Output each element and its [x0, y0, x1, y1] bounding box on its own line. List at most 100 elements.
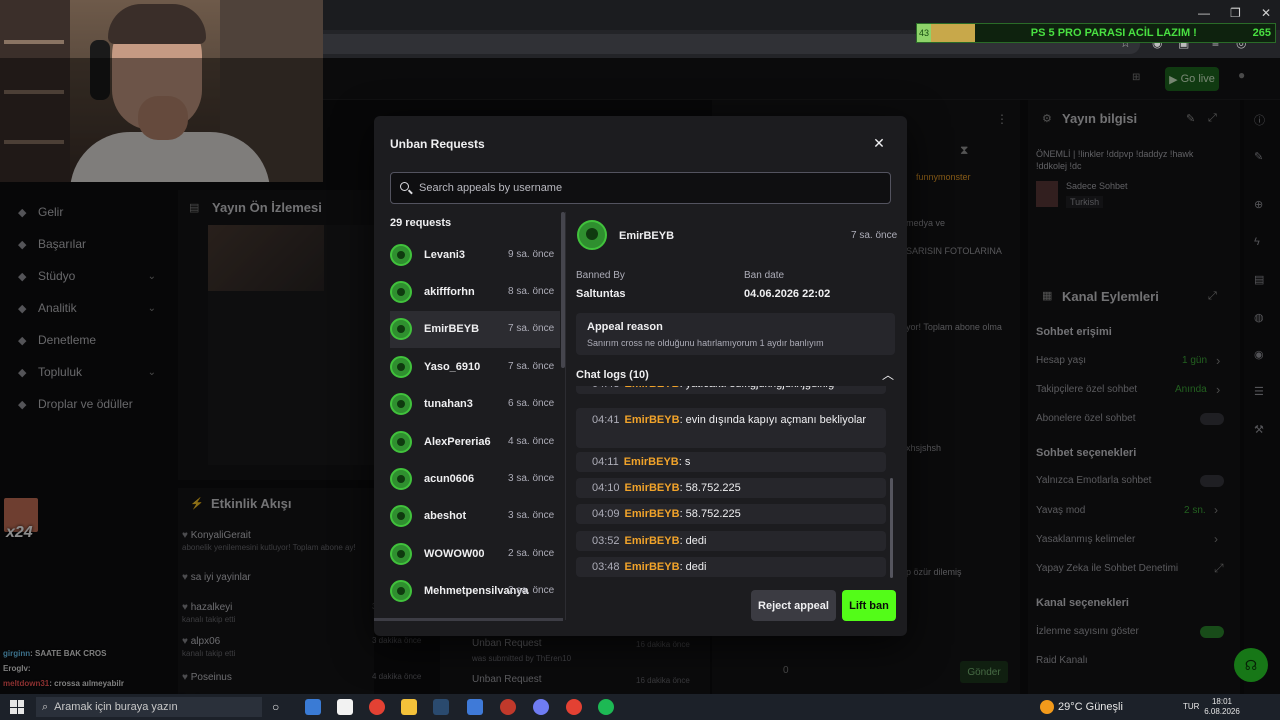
app-icon-6[interactable] [467, 699, 483, 715]
close-icon[interactable]: ✕ [870, 134, 888, 152]
request-item[interactable]: Yaso_6910 7 sa. önce [390, 348, 560, 385]
log-text: : dedi [679, 535, 707, 547]
banner-goal-count: 265 [1252, 27, 1271, 39]
request-avatar [390, 468, 412, 491]
taskbar-clock[interactable]: 18:01 6.08.2026 [1204, 697, 1240, 717]
request-avatar [390, 542, 412, 565]
log-time: 04:10 [592, 482, 620, 494]
request-item[interactable]: akiffforhn 8 sa. önce [390, 273, 560, 310]
request-username: tunahan3 [424, 398, 473, 411]
file-explorer-icon[interactable] [401, 699, 417, 715]
request-username: acun0606 [424, 473, 475, 486]
list-divider [565, 212, 566, 620]
request-username: akiffforhn [424, 286, 475, 299]
detail-username: EmirBEYB [619, 230, 675, 242]
log-user[interactable]: EmirBEYB [624, 456, 679, 468]
banner-small-count: 43 [917, 24, 931, 42]
taskbar-search-icon: ⌕ [42, 700, 49, 713]
request-item[interactable]: acun0606 3 sa. önce [390, 460, 560, 497]
chat-log-entry: 03:52 EmirBEYB: dedi [576, 531, 886, 551]
request-avatar [390, 430, 412, 453]
request-avatar [390, 281, 412, 304]
request-time: 9 sa. önce [508, 248, 555, 260]
request-username: Levani3 [424, 248, 465, 261]
appeal-reason-title: Appeal reason [587, 321, 663, 333]
request-item[interactable]: Mehmetpensilvanya 2 sa. önce [390, 573, 560, 610]
appeal-reason-box: Appeal reason Sanırım cross ne olduğunu … [576, 313, 895, 355]
taskbar-weather[interactable]: 29°C Güneşli [1040, 700, 1123, 714]
lift-ban-button[interactable]: Lift ban [842, 590, 896, 621]
detail-avatar [577, 220, 607, 250]
modal-title: Unban Requests [390, 137, 485, 151]
log-time: 04:43 [592, 386, 620, 390]
banned-by-label: Banned By [576, 270, 625, 281]
request-username: Mehmetpensilvanya [424, 585, 529, 598]
chrome-icon-2[interactable] [566, 699, 582, 715]
request-item[interactable]: AlexPereria6 4 sa. önce [390, 423, 560, 460]
detail-time: 7 sa. önce [851, 230, 898, 241]
clock-date: 6.08.2026 [1204, 707, 1240, 716]
chat-logs-scrollbar[interactable] [890, 478, 893, 578]
minimize-icon[interactable]: — [1198, 6, 1210, 20]
chat-log-entry: 03:48 EmirBEYB: dedi [576, 557, 886, 577]
search-input[interactable] [419, 182, 879, 194]
log-text: : evin dışında kapıyı açmanı bekliyolar [679, 414, 867, 426]
windows-start-icon[interactable] [10, 700, 24, 714]
unban-requests-modal: Unban Requests ✕ 29 requests Levani3 9 sa… [374, 116, 907, 636]
request-item[interactable]: Levani3 9 sa. önce [390, 236, 560, 273]
chat-logs-list: 04:43EmirBEYB: yatıcaktı sdfkgjdkhgjdkhj… [576, 386, 894, 580]
request-avatar [390, 580, 412, 603]
log-user[interactable]: EmirBEYB [625, 414, 680, 426]
chat-log-entry: 04:10 EmirBEYB: 58.752.225 [576, 478, 886, 498]
sun-icon [1040, 700, 1054, 714]
request-time: 7 sa. önce [508, 360, 555, 372]
log-user[interactable]: EmirBEYB [625, 508, 680, 520]
close-window-icon[interactable]: ✕ [1261, 6, 1271, 20]
request-item[interactable]: EmirBEYB 7 sa. önce [390, 310, 560, 349]
input-language[interactable]: TUR [1183, 702, 1199, 711]
weather-text: 29°C Güneşli [1058, 701, 1123, 713]
log-text: : 58.752.225 [679, 482, 741, 494]
chevron-up-icon[interactable]: ︿ [882, 366, 894, 383]
request-username: abeshot [424, 510, 467, 523]
request-time: 3 sa. önce [508, 510, 555, 522]
chat-logs-title[interactable]: Chat logs (10) [576, 369, 649, 381]
log-time: 04:09 [592, 508, 620, 520]
request-avatar [390, 505, 412, 528]
log-time: 04:41 [592, 414, 620, 426]
request-time: 2 sa. önce [508, 585, 555, 597]
discord-icon[interactable] [533, 699, 549, 715]
chat-log-entry: 04:41 EmirBEYB: evin dışında kapıyı açman… [576, 408, 886, 448]
requests-scrollbar[interactable] [561, 212, 565, 368]
request-item[interactable]: tunahan3 6 sa. önce [390, 386, 560, 423]
restore-icon[interactable]: ❐ [1230, 6, 1241, 20]
log-user[interactable]: EmirBEYB [625, 561, 680, 573]
request-avatar [390, 243, 412, 266]
taskbar-search[interactable]: ⌕ Aramak için buraya yazın [36, 697, 262, 717]
spotify-icon[interactable] [598, 699, 614, 715]
chat-log-entry: 04:43 EmirBEYB: yatıcaktı sdfkgjdkhgjdkhj… [576, 386, 886, 394]
request-item[interactable]: abeshot 3 sa. önce [390, 498, 560, 535]
search-icon [399, 181, 413, 195]
log-user[interactable]: EmirBEYB [625, 482, 680, 494]
requests-count: 29 requests [390, 217, 452, 229]
steam-icon[interactable] [433, 699, 449, 715]
log-user[interactable]: EmirBEYB [625, 535, 680, 547]
chat-log-entry: 04:11 EmirBEYB: s [576, 452, 886, 472]
request-username: WOWOW00 [424, 547, 485, 560]
obs-icon[interactable] [500, 699, 516, 715]
banned-by-value: Saltuntas [576, 288, 626, 300]
reject-appeal-button[interactable]: Reject appeal [751, 590, 836, 621]
app-icon-2[interactable] [337, 699, 353, 715]
task-view-icon[interactable]: ○ [272, 700, 279, 714]
request-time: 4 sa. önce [508, 435, 555, 447]
clock-time: 18:01 [1211, 697, 1233, 706]
chrome-icon[interactable] [369, 699, 385, 715]
log-user[interactable]: EmirBEYB [625, 386, 680, 390]
app-icon-1[interactable] [305, 699, 321, 715]
request-item[interactable]: WOWOW00 2 sa. önce [390, 535, 560, 572]
request-username: AlexPereria6 [424, 435, 491, 448]
appeal-reason-text: Sanırım cross ne olduğunu hatırlamıyorum… [587, 338, 824, 348]
list-bottom-scroll[interactable] [374, 618, 563, 621]
search-field[interactable] [390, 172, 891, 204]
